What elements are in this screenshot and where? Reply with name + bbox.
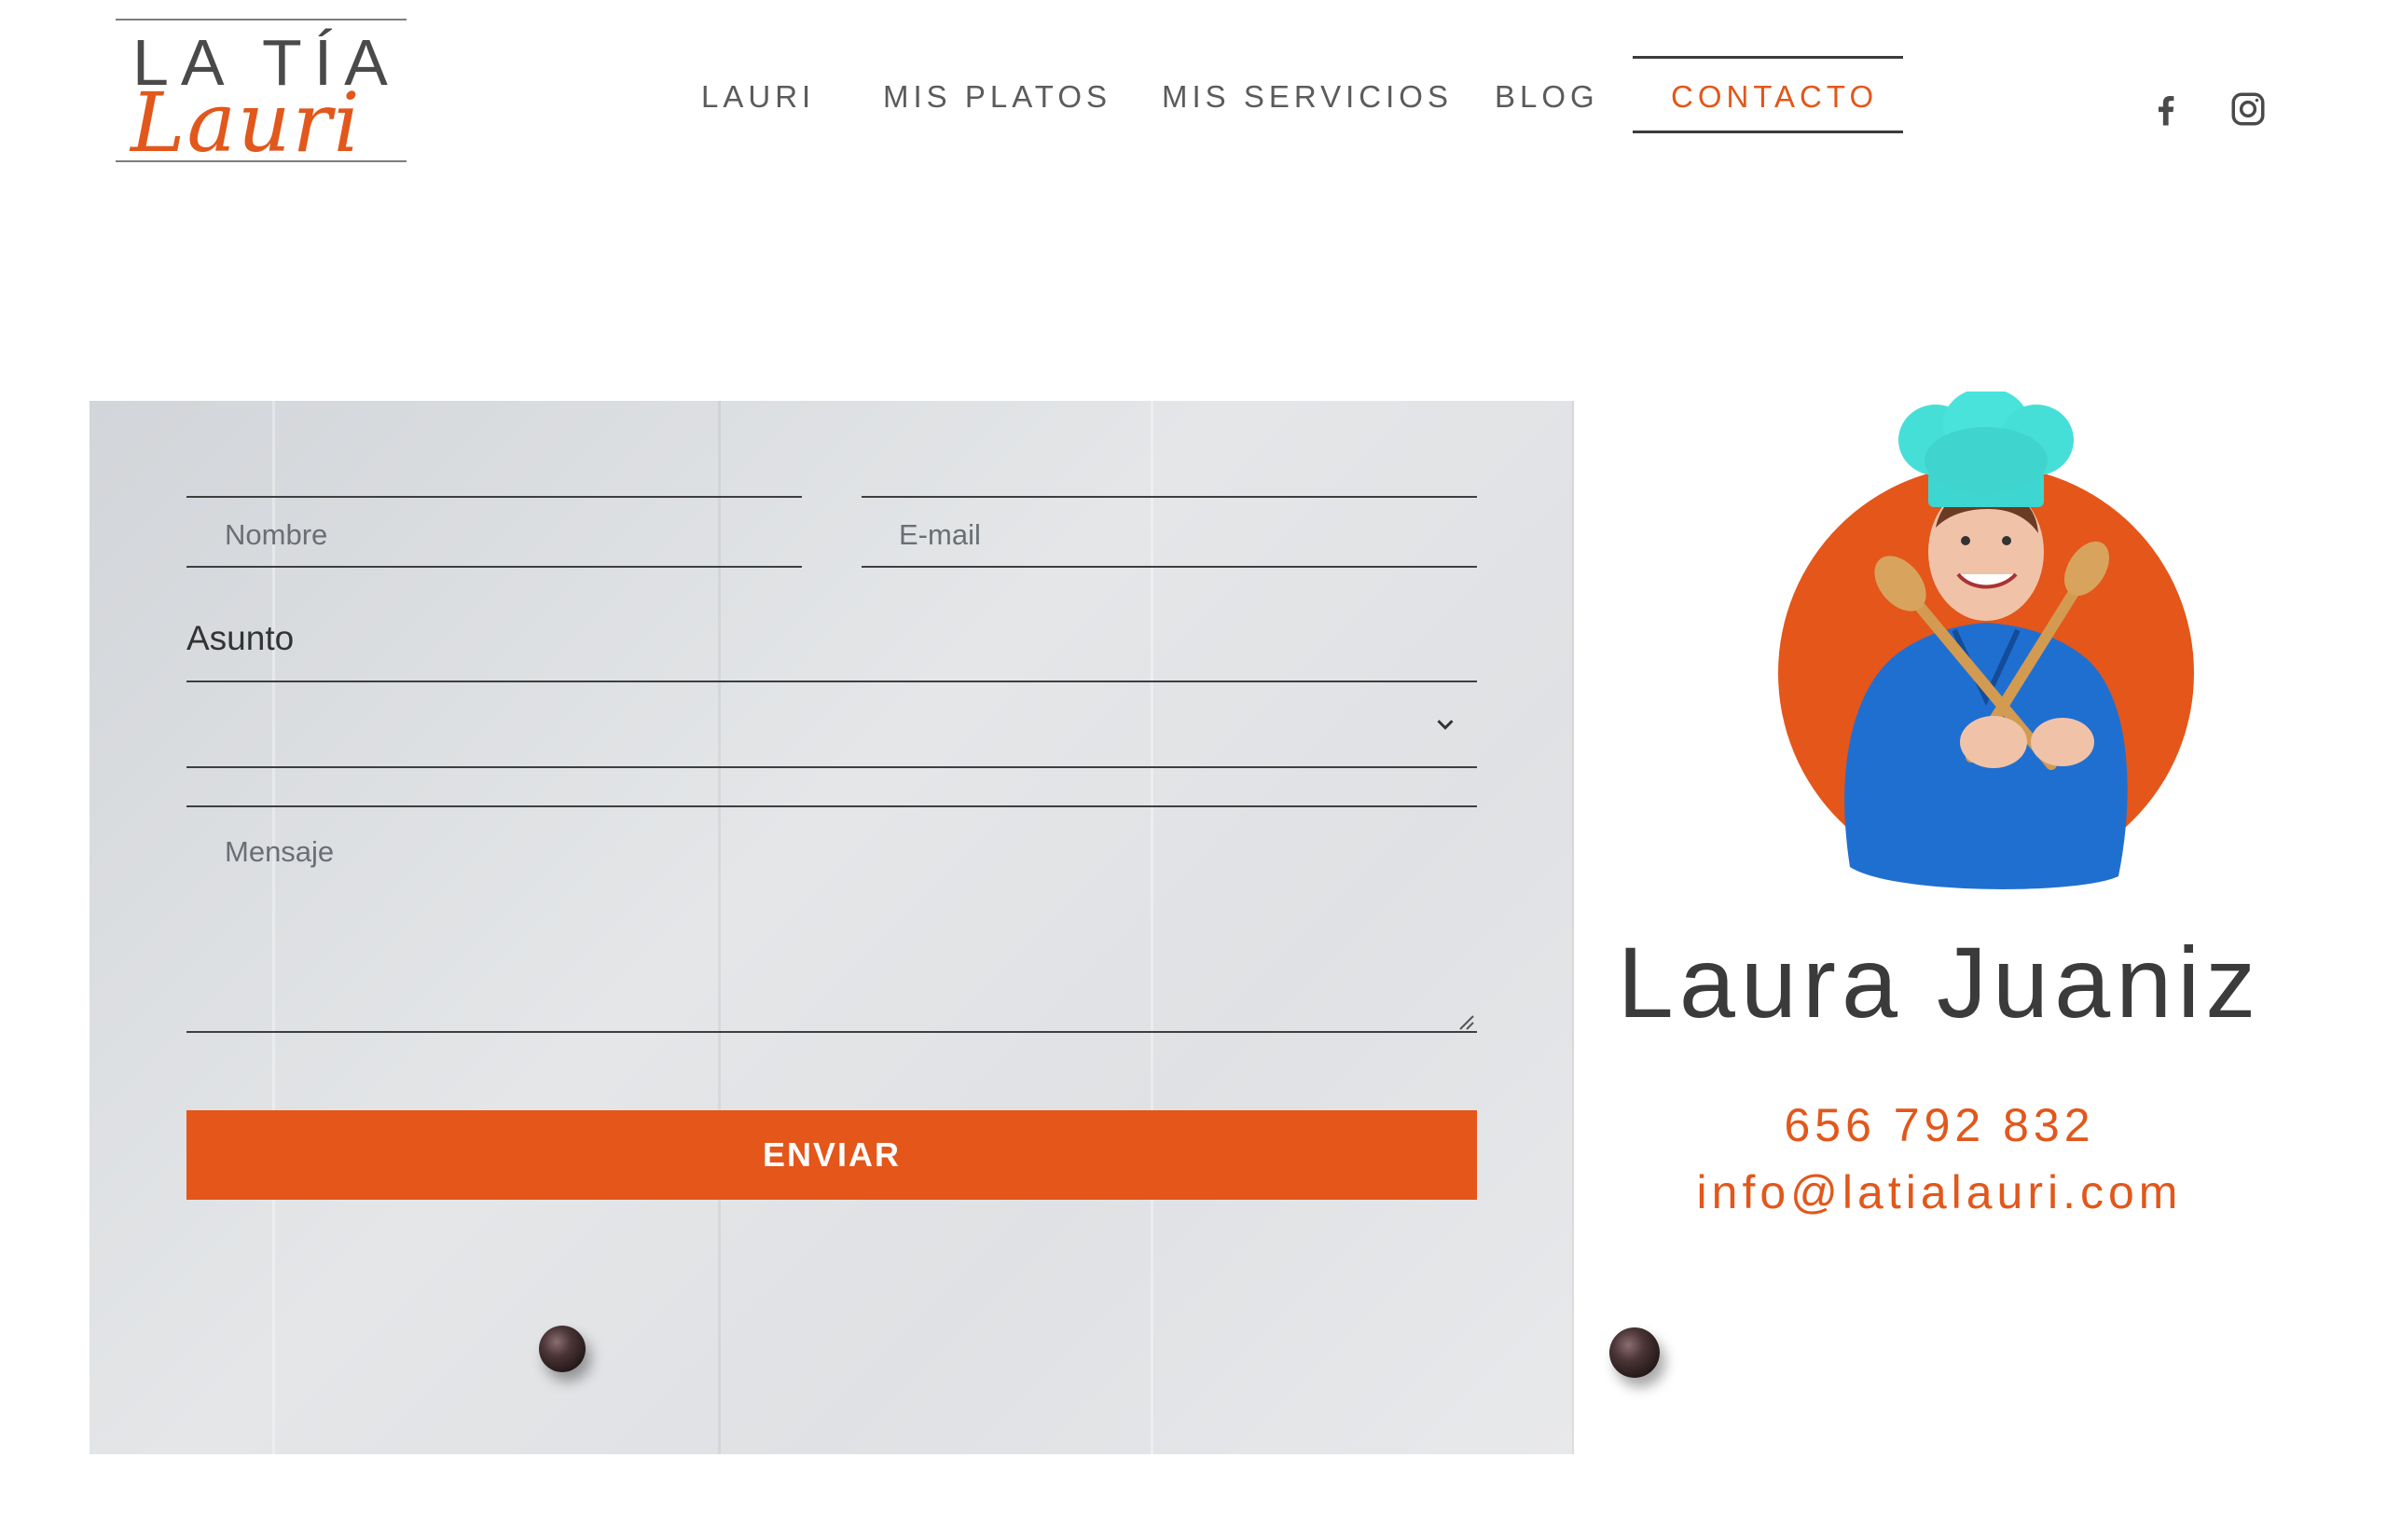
- facebook-icon[interactable]: [2146, 89, 2186, 129]
- email-link[interactable]: info@latialauri.com: [1585, 1169, 2294, 1216]
- message-bottom-rule: [186, 1031, 1477, 1033]
- email-field-top-rule: [862, 496, 1477, 498]
- instagram-icon[interactable]: [2228, 89, 2268, 129]
- chevron-down-icon[interactable]: [1431, 710, 1459, 738]
- email-input[interactable]: E-mail: [899, 520, 981, 549]
- peppercorn-decoration: [1609, 1327, 1660, 1378]
- nav-active-line-bottom: [1633, 131, 1903, 133]
- subject-select-top-rule: [186, 681, 1477, 682]
- site-logo[interactable]: LA TÍA Lauri: [116, 17, 407, 168]
- email-field-bottom-rule: [862, 566, 1477, 568]
- phone-link[interactable]: 656 792 832: [1585, 1102, 2294, 1148]
- subject-label: Asunto: [186, 619, 295, 657]
- logo-bottom-rule: [116, 160, 407, 162]
- contact-form-panel: Nombre E-mail Asunto Mensaje ENVIAR: [90, 401, 1574, 1454]
- nav-item-mis-platos[interactable]: MIS PLATOS: [883, 78, 1111, 116]
- nav-item-lauri[interactable]: LAURI: [701, 78, 815, 116]
- chef-avatar: [1778, 392, 2194, 889]
- peppercorn-decoration: [539, 1326, 586, 1372]
- message-placeholder: Mensaje: [225, 835, 335, 868]
- logo-script: Lauri: [131, 75, 362, 171]
- person-name: Laura Juaniz: [1617, 926, 2262, 1038]
- message-top-rule: [186, 805, 1477, 807]
- nav-item-blog[interactable]: BLOG: [1495, 78, 1599, 116]
- board-seam: [1572, 401, 1574, 1454]
- submit-button[interactable]: ENVIAR: [186, 1110, 1477, 1200]
- logo-top-rule: [116, 19, 407, 21]
- subject-select-bottom-rule: [186, 766, 1477, 768]
- board-seam: [718, 401, 721, 1454]
- resize-handle-icon[interactable]: [1455, 1011, 1475, 1031]
- board-seam: [1151, 401, 1153, 1454]
- nav-active-line-top: [1633, 56, 1903, 59]
- name-field-bottom-rule: [186, 566, 802, 568]
- nav-item-mis-servicios[interactable]: MIS SERVICIOS: [1162, 78, 1453, 116]
- nav-item-contacto[interactable]: CONTACTO: [1671, 78, 1878, 116]
- name-input[interactable]: Nombre: [225, 520, 327, 549]
- board-seam: [272, 401, 275, 1454]
- name-field-top-rule: [186, 496, 802, 498]
